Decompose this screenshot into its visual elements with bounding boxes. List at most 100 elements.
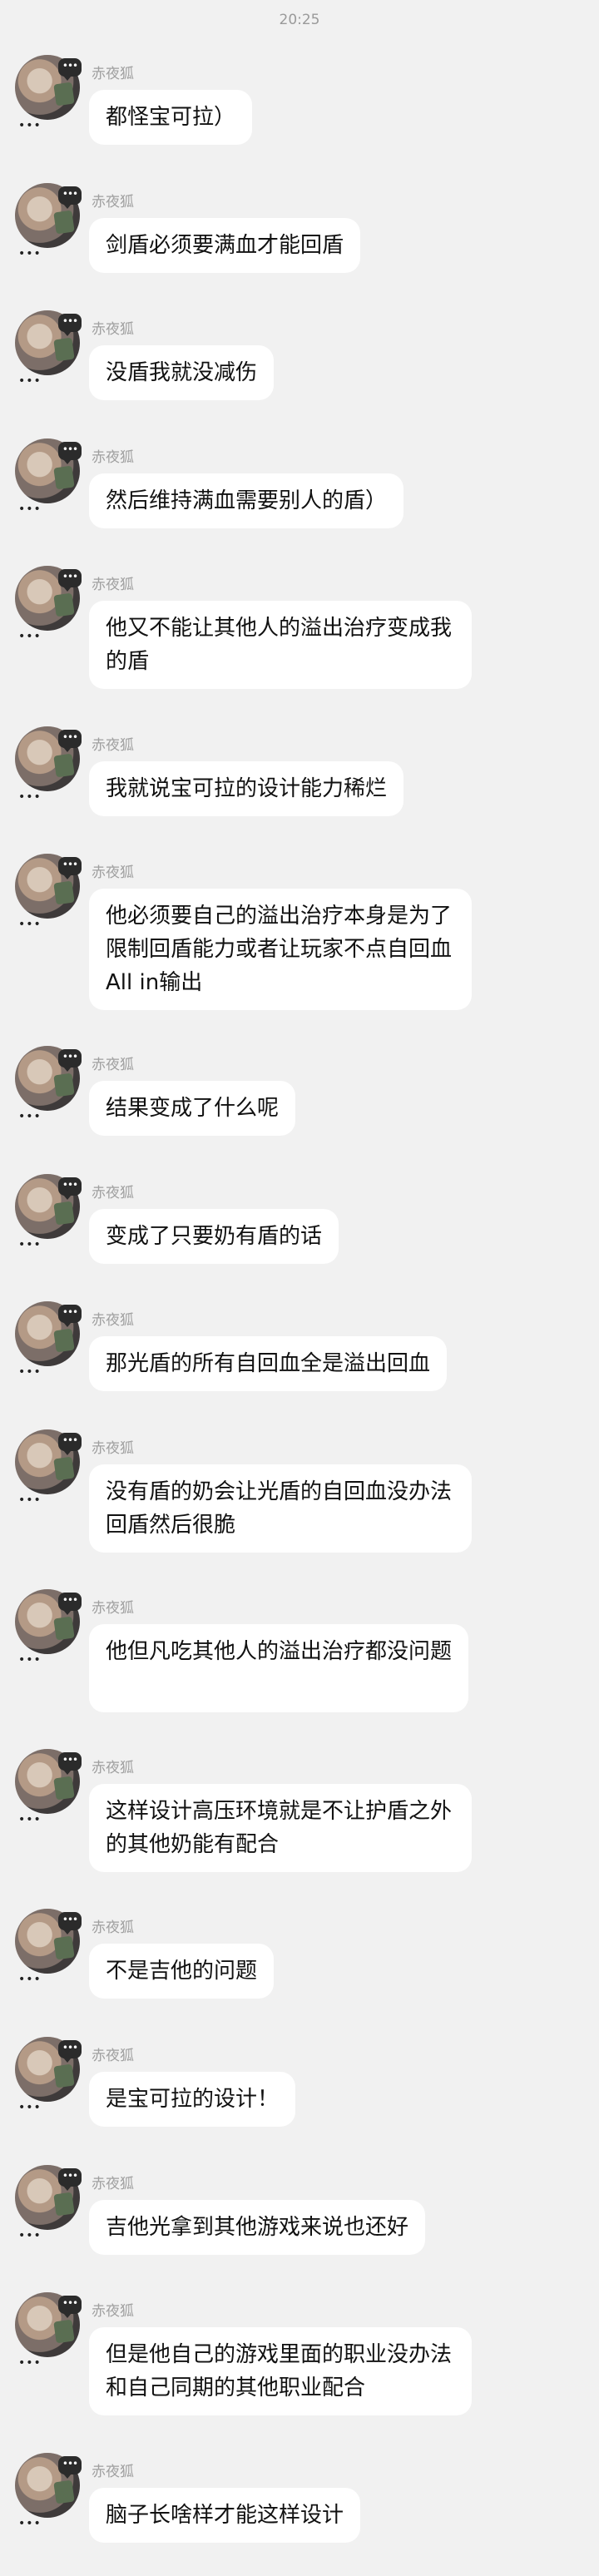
- sender-name: 赤夜狐: [92, 194, 134, 211]
- message-row: ••• ••• 赤夜狐不是吉他的问题: [0, 1909, 599, 2020]
- more-icon[interactable]: •••: [18, 1814, 42, 1825]
- more-icon[interactable]: •••: [18, 1494, 42, 1506]
- message-bubble[interactable]: 那光盾的所有自回血全是溢出回血: [89, 1336, 448, 1391]
- chat-bubble-icon: •••: [58, 1049, 82, 1072]
- status-time: 20:25: [279, 12, 320, 28]
- more-icon[interactable]: •••: [18, 1974, 42, 1985]
- more-icon[interactable]: •••: [18, 791, 42, 803]
- message-bubble[interactable]: 吉他光拿到其他游戏来说也还好: [89, 2200, 426, 2255]
- message-bubble[interactable]: 没盾我就没减伤: [89, 345, 275, 400]
- message-bubble[interactable]: 没有盾的奶会让光盾的自回血没办法回盾然后很脆: [89, 1464, 472, 1553]
- sender-name: 赤夜狐: [92, 1920, 134, 1936]
- sender-name: 赤夜狐: [92, 1185, 134, 1201]
- message-row: ••• ••• 赤夜狐他必须要自己的溢出治疗本身是为了限制回盾能力或者让玩家不点自回…: [0, 854, 599, 1032]
- message-bubble[interactable]: 他必须要自己的溢出治疗本身是为了限制回盾能力或者让玩家不点自回血All in输出: [89, 889, 472, 1010]
- more-icon[interactable]: •••: [18, 1366, 42, 1378]
- sender-name: 赤夜狐: [92, 577, 134, 593]
- sender-name: 赤夜狐: [92, 66, 134, 82]
- chat-bubble-icon: •••: [58, 2040, 82, 2063]
- sender-name: 赤夜狐: [92, 737, 134, 754]
- more-icon[interactable]: •••: [18, 2518, 42, 2529]
- avatar-detail: [53, 1456, 75, 1481]
- more-icon[interactable]: •••: [18, 919, 42, 930]
- more-icon[interactable]: •••: [18, 2102, 42, 2113]
- message-row: ••• ••• 赤夜狐是宝可拉的设计！: [0, 2037, 599, 2148]
- message-row: ••• ••• 赤夜狐这样设计高压环境就是不让护盾之外的其他奶能有配合: [0, 1749, 599, 1895]
- more-icon[interactable]: •••: [18, 503, 42, 515]
- chat-bubble-icon: •••: [58, 58, 82, 81]
- message-bubble[interactable]: 但是他自己的游戏里面的职业没办法和自己同期的其他职业配合: [89, 2327, 472, 2415]
- message-bubble[interactable]: 都怪宝可拉）: [89, 90, 253, 145]
- chat-bubble-icon: •••: [58, 730, 82, 752]
- message-row: ••• ••• 赤夜狐 他又不能让其他人的溢出治疗变成我的盾: [0, 566, 599, 712]
- sender-name: 赤夜狐: [92, 449, 134, 466]
- chat-bubble-icon: •••: [58, 1593, 82, 1615]
- chat-bubble-icon: •••: [58, 442, 82, 464]
- message-row: ••• ••• 赤夜狐但是他自己的游戏里面的职业没办法和自己同期的其他职业配合: [0, 2292, 599, 2439]
- chat-bubble-icon: •••: [58, 1752, 82, 1775]
- avatar-detail: [53, 465, 75, 490]
- more-icon[interactable]: •••: [18, 1654, 42, 1666]
- chat-bubble-icon: •••: [58, 857, 82, 879]
- more-icon[interactable]: •••: [18, 2357, 42, 2369]
- sender-name: 赤夜狐: [92, 2303, 134, 2320]
- sender-name: 赤夜狐: [92, 1440, 134, 1457]
- message-bubble[interactable]: 脑子长啥样才能这样设计: [89, 2488, 361, 2543]
- message-bubble[interactable]: 结果变成了什么呢: [89, 1081, 296, 1136]
- avatar-detail: [53, 592, 75, 617]
- avatar-detail: [53, 337, 75, 362]
- message-bubble[interactable]: 是宝可拉的设计！: [89, 2072, 296, 2127]
- avatar-detail: [53, 210, 75, 235]
- sender-name: 赤夜狐: [92, 1057, 134, 1073]
- chat-bubble-icon: •••: [58, 2296, 82, 2318]
- chat-bubble-icon: •••: [58, 1177, 82, 1200]
- sender-name: 赤夜狐: [92, 2464, 134, 2480]
- sender-name: 赤夜狐: [92, 1760, 134, 1776]
- message-row: ••• ••• 赤夜狐然后维持满血需要别人的盾）: [0, 438, 599, 550]
- avatar-detail: [53, 1776, 75, 1801]
- message-row: ••• ••• 赤夜狐 没盾我就没减伤: [0, 310, 599, 422]
- more-icon[interactable]: •••: [18, 375, 42, 387]
- message-bubble[interactable]: 我就说宝可拉的设计能力稀烂: [89, 761, 404, 816]
- message-row: ••• ••• 赤夜狐变成了只要奶有盾的话: [0, 1174, 599, 1286]
- sender-name: 赤夜狐: [92, 2048, 134, 2064]
- message-row: ••• ••• 赤夜狐都怪宝可拉）: [0, 55, 599, 166]
- message-row: ••• ••• 赤夜狐剑盾必须要满血才能回盾: [0, 183, 599, 295]
- message-bubble[interactable]: 他但凡吃其他人的溢出治疗都没问题: [89, 1624, 469, 1712]
- message-bubble[interactable]: 这样设计高压环境就是不让护盾之外的其他奶能有配合: [89, 1784, 472, 1872]
- sender-name: 赤夜狐: [92, 321, 134, 338]
- sender-name: 赤夜狐: [92, 864, 134, 881]
- avatar-detail: [53, 2319, 75, 2344]
- more-icon[interactable]: •••: [18, 248, 42, 260]
- more-icon[interactable]: •••: [18, 1239, 42, 1251]
- more-icon[interactable]: •••: [18, 1111, 42, 1122]
- more-icon[interactable]: •••: [18, 120, 42, 131]
- chat-bubble-icon: •••: [58, 2456, 82, 2479]
- message-row: ••• ••• 赤夜狐结果变成了什么呢: [0, 1046, 599, 1157]
- more-icon[interactable]: •••: [18, 2230, 42, 2242]
- message-bubble[interactable]: 剑盾必须要满血才能回盾: [89, 218, 361, 273]
- avatar-detail: [53, 1935, 75, 1960]
- chat-bubble-icon: •••: [58, 1433, 82, 1455]
- avatar-detail: [53, 1201, 75, 1226]
- avatar-detail: [53, 2479, 75, 2504]
- sender-name: 赤夜狐: [92, 2176, 134, 2192]
- message-row: ••• ••• 赤夜狐 他但凡吃其他人的溢出治疗都没问题: [0, 1589, 599, 1736]
- chat-bubble-icon: •••: [58, 1305, 82, 1327]
- avatar-detail: [53, 1328, 75, 1353]
- message-row: ••• ••• 赤夜狐脑子长啥样才能这样设计: [0, 2453, 599, 2564]
- message-bubble[interactable]: 然后维持满血需要别人的盾）: [89, 473, 404, 528]
- chat-bubble-icon: •••: [58, 1912, 82, 1934]
- avatar-detail: [53, 1073, 75, 1097]
- message-bubble[interactable]: 变成了只要奶有盾的话: [89, 1209, 339, 1264]
- message-row: ••• ••• 赤夜狐没有盾的奶会让光盾的自回血没办法回盾然后很脆: [0, 1429, 599, 1576]
- avatar-detail: [53, 753, 75, 778]
- message-bubble[interactable]: 不是吉他的问题: [89, 1944, 275, 1999]
- avatar-detail: [53, 2063, 75, 2088]
- avatar-detail: [53, 2192, 75, 2217]
- chat-bubble-icon: •••: [58, 186, 82, 209]
- more-icon[interactable]: •••: [18, 631, 42, 642]
- sender-name: 赤夜狐: [92, 1312, 134, 1329]
- message-bubble[interactable]: 他又不能让其他人的溢出治疗变成我的盾: [89, 601, 472, 689]
- avatar-detail: [53, 880, 75, 905]
